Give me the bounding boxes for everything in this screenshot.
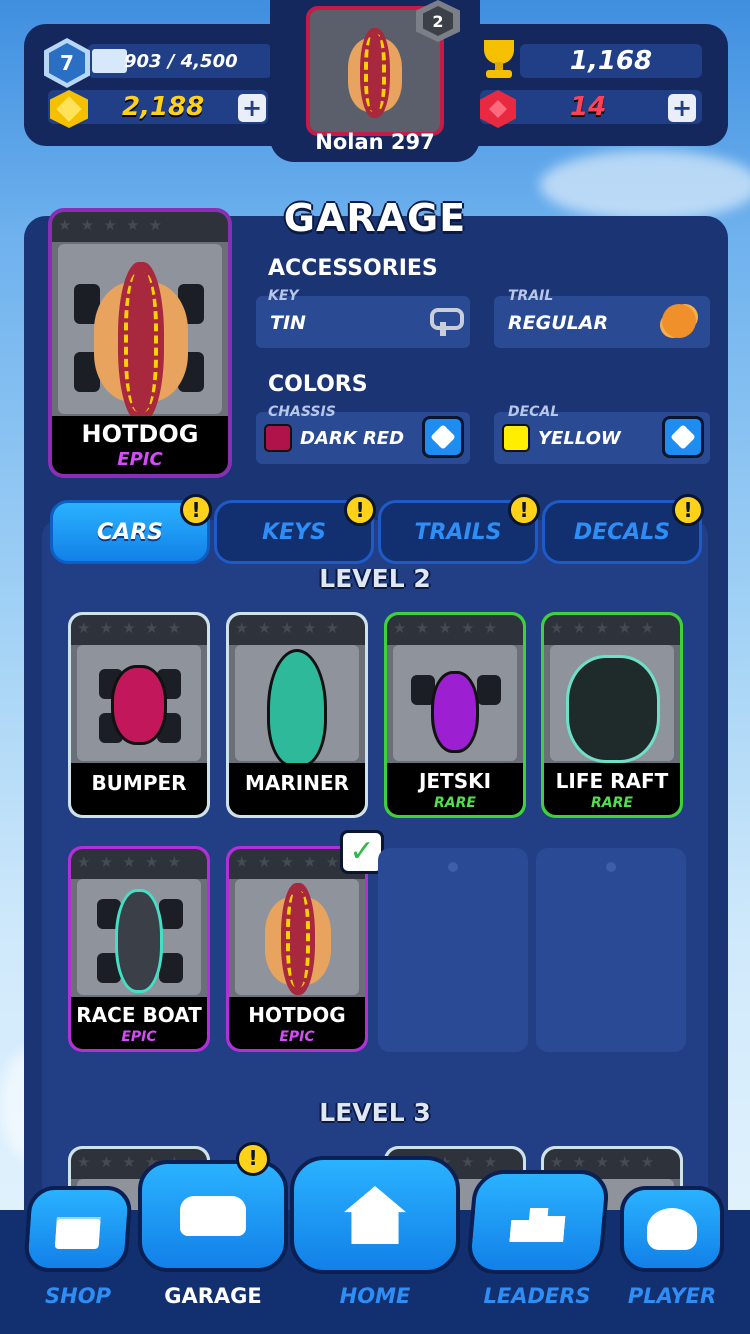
trails-alert-badge: ! bbox=[508, 494, 540, 526]
paint-bucket-icon bbox=[670, 424, 696, 450]
coins-value: 2,188 bbox=[122, 92, 205, 122]
trail-label: TRAIL bbox=[508, 288, 554, 304]
gems-value: 14 bbox=[570, 92, 607, 122]
car-card-race-boat[interactable]: RACE BOAT EPIC bbox=[68, 846, 210, 1052]
nav-home-button[interactable] bbox=[290, 1156, 460, 1274]
trophies-bar: 1,168 bbox=[520, 44, 702, 78]
add-coins-button[interactable]: + bbox=[238, 94, 266, 122]
nav-home-label: HOME bbox=[339, 1284, 411, 1308]
selected-car-rarity: EPIC bbox=[117, 449, 163, 470]
car-card-jetski[interactable]: JETSKI RARE bbox=[384, 612, 526, 818]
car-name: JETSKI bbox=[418, 769, 492, 793]
key-label: KEY bbox=[268, 288, 299, 304]
nav-player-label: PLAYER bbox=[627, 1284, 717, 1308]
car-card-hotdog[interactable]: HOTDOG EPIC bbox=[226, 846, 368, 1052]
player-level-value: 7 bbox=[49, 43, 85, 83]
nav-garage-button[interactable] bbox=[138, 1160, 288, 1272]
garage-alert-badge: ! bbox=[236, 1142, 270, 1176]
car-rarity: EPIC bbox=[279, 1029, 315, 1045]
jetski-icon bbox=[431, 671, 479, 753]
car-name: LIFE RAFT bbox=[555, 769, 669, 793]
xp-text: 903 / 4,500 bbox=[124, 50, 238, 72]
nav-shop-label: SHOP bbox=[45, 1284, 111, 1308]
xp-bar: 903 / 4,500 bbox=[88, 44, 272, 78]
cars-alert-badge: ! bbox=[180, 494, 212, 526]
nav-player-button[interactable] bbox=[620, 1186, 724, 1272]
hotdog-car-icon bbox=[265, 879, 331, 999]
empty-car-slot bbox=[378, 848, 528, 1052]
decal-label: DECAL bbox=[508, 404, 560, 420]
profile-card[interactable]: 2 Nolan 297 bbox=[270, 0, 480, 162]
car-rarity: EPIC bbox=[121, 1029, 157, 1045]
empty-car-slot bbox=[536, 848, 686, 1052]
key-value: TIN bbox=[270, 312, 306, 334]
nav-shop-button[interactable] bbox=[22, 1186, 134, 1272]
hotdog-icon bbox=[348, 24, 402, 120]
home-icon bbox=[344, 1186, 406, 1244]
car-card-life-raft[interactable]: LIFE RAFT RARE bbox=[541, 612, 683, 818]
paint-bucket-icon bbox=[430, 424, 456, 450]
car-name: BUMPER bbox=[91, 771, 187, 795]
car-rarity: RARE bbox=[434, 795, 476, 811]
car-name: HOTDOG bbox=[248, 1003, 346, 1027]
life-raft-icon bbox=[566, 655, 660, 763]
key-icon bbox=[428, 308, 464, 338]
bumper-car-icon bbox=[111, 665, 167, 745]
accessories-heading: ACCESSORIES bbox=[268, 256, 438, 281]
car-name: MARINER bbox=[244, 771, 350, 795]
keys-alert-badge: ! bbox=[344, 494, 376, 526]
nav-leaders-label: LEADERS bbox=[483, 1284, 591, 1308]
chassis-color-swatch bbox=[264, 424, 292, 452]
selected-car-name: HOTDOG bbox=[81, 420, 199, 448]
trophy-icon bbox=[476, 40, 522, 82]
level-3-heading: LEVEL 3 bbox=[319, 1098, 431, 1127]
mariner-boat-icon bbox=[267, 649, 327, 767]
trail-icon bbox=[662, 304, 696, 338]
rank-value: 2 bbox=[423, 6, 453, 36]
car-name: RACE BOAT bbox=[76, 1003, 202, 1027]
shop-icon bbox=[55, 1209, 102, 1249]
trophies-value: 1,168 bbox=[569, 46, 653, 76]
race-boat-icon bbox=[115, 889, 163, 993]
trail-value: REGULAR bbox=[508, 312, 609, 334]
nav-garage-label: GARAGE bbox=[164, 1284, 262, 1308]
chassis-value: DARK RED bbox=[300, 428, 405, 449]
chassis-label: CHASSIS bbox=[268, 404, 336, 420]
player-name: Nolan 297 bbox=[315, 130, 435, 154]
decals-alert-badge: ! bbox=[672, 494, 704, 526]
nav-leaders-button[interactable] bbox=[465, 1170, 611, 1274]
xp-bar-fill bbox=[92, 49, 128, 73]
chassis-paint-button[interactable] bbox=[422, 416, 464, 458]
player-icon bbox=[647, 1208, 697, 1250]
colors-heading: COLORS bbox=[268, 372, 368, 397]
podium-icon bbox=[509, 1202, 566, 1242]
decal-paint-button[interactable] bbox=[662, 416, 704, 458]
car-rarity: RARE bbox=[591, 795, 633, 811]
car-icon bbox=[180, 1196, 246, 1236]
car-card-bumper[interactable]: BUMPER bbox=[68, 612, 210, 818]
selected-car-card[interactable]: HOTDOG EPIC bbox=[48, 208, 232, 478]
hotdog-car-icon bbox=[94, 252, 188, 422]
add-gems-button[interactable]: + bbox=[668, 94, 696, 122]
level-2-heading: LEVEL 2 bbox=[319, 564, 431, 593]
car-card-mariner[interactable]: MARINER bbox=[226, 612, 368, 818]
decal-value: YELLOW bbox=[538, 428, 621, 449]
decal-color-swatch bbox=[502, 424, 530, 452]
